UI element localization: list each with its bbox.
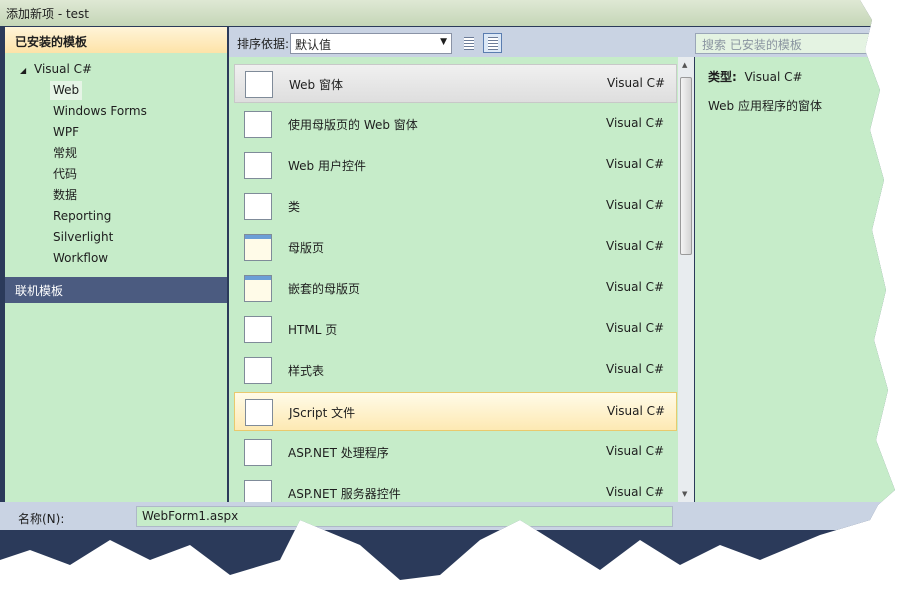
scroll-down-icon[interactable]: ▼	[682, 490, 687, 498]
tree-item[interactable]: 常规	[50, 144, 80, 163]
add-new-item-dialog: 添加新项 - test 已安装的模板 ◢ Visual C# Web Window…	[0, 0, 895, 580]
tree-item[interactable]: Silverlight	[50, 228, 116, 247]
csharp-class-icon	[244, 193, 272, 220]
template-language: Visual C#	[606, 116, 665, 130]
template-name: 样式表	[288, 364, 325, 378]
template-row[interactable]: Web 用户控件 Visual C#	[234, 146, 677, 185]
template-row[interactable]: 母版页 Visual C#	[234, 228, 677, 267]
template-language: Visual C#	[606, 239, 665, 253]
template-row[interactable]: 嵌套的母版页 Visual C#	[234, 269, 677, 308]
search-input[interactable]: 搜索 已安装的模板	[695, 33, 875, 54]
window-title: 添加新项 - test	[0, 0, 895, 26]
template-language: Visual C#	[606, 362, 665, 376]
scroll-up-icon[interactable]: ▲	[682, 61, 687, 69]
web-form-icon	[245, 71, 273, 98]
template-row[interactable]: 使用母版页的 Web 窗体 Visual C#	[234, 105, 677, 144]
template-name: Web 窗体	[289, 78, 343, 92]
template-row[interactable]: 样式表 Visual C#	[234, 351, 677, 390]
tree-item[interactable]: 数据	[50, 186, 80, 205]
template-name: 嵌套的母版页	[288, 282, 361, 296]
template-language: Visual C#	[606, 485, 665, 499]
tree-item[interactable]: 代码	[50, 165, 80, 184]
server-control-icon	[244, 480, 272, 502]
tree-item[interactable]: Workflow	[50, 249, 111, 268]
template-row[interactable]: Web 窗体 Visual C#	[234, 64, 677, 103]
template-row[interactable]: ASP.NET 处理程序 Visual C#	[234, 433, 677, 472]
name-input[interactable]: WebForm1.aspx	[136, 506, 673, 527]
online-templates-header[interactable]: 联机模板	[5, 277, 227, 303]
tree-root-visual-csharp[interactable]: Visual C#	[31, 60, 95, 79]
type-label: 类型:	[708, 70, 737, 84]
templates-sidebar: 已安装的模板 ◢ Visual C# Web Windows Forms WPF 常规…	[5, 27, 227, 502]
tree-item[interactable]: Web	[50, 81, 83, 100]
master-page-icon	[244, 234, 272, 261]
small-icons-view-button[interactable]	[483, 33, 502, 53]
template-name: HTML 页	[288, 323, 338, 337]
template-row[interactable]: ASP.NET 服务器控件 Visual C#	[234, 474, 677, 502]
type-value: Visual C#	[744, 70, 803, 84]
template-name: 类	[288, 200, 301, 214]
template-language: Visual C#	[607, 404, 666, 418]
template-language: Visual C#	[606, 198, 665, 212]
template-language: Visual C#	[607, 76, 666, 90]
tree-item[interactable]: WPF	[50, 123, 82, 142]
web-form-icon	[244, 111, 272, 138]
installed-templates-header[interactable]: 已安装的模板	[5, 27, 227, 53]
template-language: Visual C#	[606, 157, 665, 171]
template-language: Visual C#	[606, 321, 665, 335]
template-description: Web 应用程序的窗体	[708, 99, 822, 113]
template-name: 使用母版页的 Web 窗体	[288, 118, 418, 132]
scrollbar-thumb[interactable]	[680, 77, 692, 255]
tree-item[interactable]: Reporting	[50, 207, 114, 226]
html-page-icon	[244, 316, 272, 343]
template-row[interactable]: JScript 文件 Visual C#	[234, 392, 677, 431]
stylesheet-icon	[244, 357, 272, 384]
template-name: JScript 文件	[289, 406, 356, 420]
expand-arrow-icon[interactable]: ◢	[17, 61, 29, 80]
scrollbar[interactable]: ▲ ▼	[678, 57, 694, 502]
details-pane: 类型: Visual C# Web 应用程序的窗体	[695, 57, 895, 502]
template-language: Visual C#	[606, 444, 665, 458]
template-name: Web 用户控件	[288, 159, 366, 173]
template-name: ASP.NET 服务器控件	[288, 487, 401, 501]
name-bar: 名称(N): WebForm1.aspx	[0, 502, 895, 530]
name-label: 名称(N):	[18, 512, 65, 526]
sort-label: 排序依据:	[237, 37, 290, 51]
master-page-icon	[244, 275, 272, 302]
template-list: Web 窗体 Visual C# 使用母版页的 Web 窗体 Visual C# Web…	[229, 57, 678, 502]
handler-icon	[244, 439, 272, 466]
tree-item[interactable]: Windows Forms	[50, 102, 150, 121]
chevron-down-icon: ▼	[440, 37, 447, 47]
template-row[interactable]: 类 Visual C#	[234, 187, 677, 226]
user-control-icon	[244, 152, 272, 179]
toolbar: 排序依据: 默认值 ▼ 搜索 已安装的模板	[229, 27, 875, 57]
template-name: ASP.NET 处理程序	[288, 446, 389, 460]
medium-icons-view-button[interactable]	[459, 33, 478, 53]
sort-value: 默认值	[295, 38, 332, 52]
jscript-icon	[245, 399, 273, 426]
template-row[interactable]: HTML 页 Visual C#	[234, 310, 677, 349]
template-language: Visual C#	[606, 280, 665, 294]
sort-dropdown[interactable]: 默认值 ▼	[290, 33, 452, 54]
template-name: 母版页	[288, 241, 325, 255]
